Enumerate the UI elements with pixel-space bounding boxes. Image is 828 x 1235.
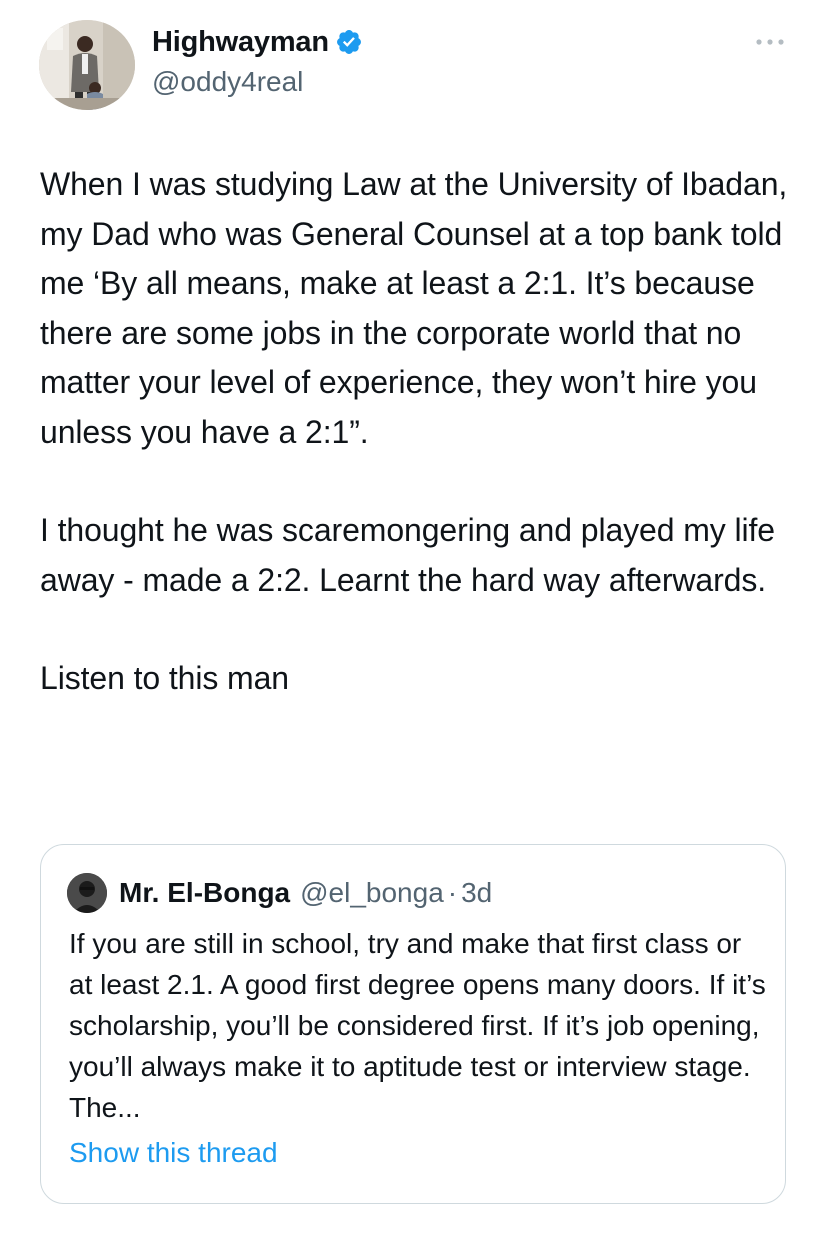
verified-badge-icon[interactable] [335, 28, 363, 56]
profile-photo [39, 20, 135, 110]
quoted-author-handle[interactable]: @el_bonga [300, 877, 444, 909]
more-options-icon[interactable] [752, 30, 788, 54]
tweet: Highwayman @oddy4real When I was studyin… [0, 0, 828, 1235]
separator-dot: · [447, 877, 458, 908]
tweet-paragraph: Listen to this man [40, 660, 289, 696]
quoted-tweet-header: Mr. El-Bonga @el_bonga · 3d [67, 873, 492, 913]
quoted-author-name[interactable]: Mr. El-Bonga [119, 877, 290, 909]
show-thread-link[interactable]: Show this thread [69, 1137, 278, 1169]
quoted-tweet-time[interactable]: 3d [461, 877, 492, 909]
quoted-tweet-card[interactable]: Mr. El-Bonga @el_bonga · 3d If you are s… [40, 844, 786, 1204]
quoted-tweet-text: If you are still in school, try and make… [69, 928, 766, 1123]
tweet-paragraph: I thought he was scaremongering and play… [40, 512, 775, 598]
tweet-paragraph: When I was studying Law at the Universit… [40, 166, 788, 450]
author-handle[interactable]: @oddy4real [152, 66, 363, 98]
tweet-text: When I was studying Law at the Universit… [40, 160, 800, 704]
quoted-profile-photo [67, 873, 107, 913]
author-info: Highwayman @oddy4real [152, 22, 363, 98]
quoted-author-avatar[interactable] [67, 873, 107, 913]
author-avatar[interactable] [39, 20, 135, 110]
author-display-name[interactable]: Highwayman [152, 26, 329, 59]
